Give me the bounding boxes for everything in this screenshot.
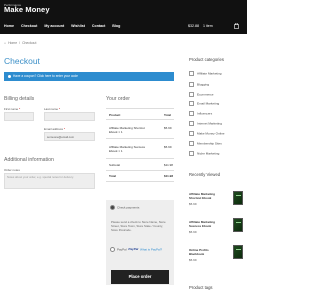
payment-option-check[interactable]: Check payments (110, 205, 139, 210)
site-logo[interactable]: Make Money (4, 5, 50, 14)
coupon-notice[interactable]: Have a coupon? Click here to enter your … (4, 72, 174, 81)
nav-wishlist[interactable]: Wishlist (71, 24, 85, 28)
col-total: Total (164, 113, 171, 117)
billing-title: Billing details (4, 96, 35, 102)
breadcrumb-home[interactable]: Home (8, 41, 17, 45)
your-order-title: Your order (106, 96, 131, 102)
order-item-name: Affiliate Marketing Success Ebook × 1 (109, 145, 145, 153)
total-value: $11.98 (164, 174, 174, 178)
paypal-logo: PayPal (128, 247, 139, 252)
checkbox-icon[interactable] (189, 151, 194, 156)
cart-summary[interactable]: $32.88 1 item (188, 24, 213, 28)
check-payments-label[interactable]: Check payments (117, 205, 139, 209)
recent-product-title[interactable]: Online Profits Blackbook (189, 248, 223, 256)
category-label[interactable]: Email Marketing (197, 101, 219, 105)
coupon-notice-text[interactable]: Have a coupon? Click here to enter your … (13, 74, 78, 78)
paypal-label[interactable]: PayPal (117, 247, 127, 251)
total-label: Total (109, 174, 116, 178)
checkbox-icon[interactable] (189, 101, 194, 106)
order-item-name: Affiliate Marketing Shortcut Ebook × 1 (109, 126, 145, 134)
additional-info-title: Additional information (4, 157, 54, 163)
place-order-button[interactable]: Place order (111, 270, 169, 284)
last-name-label: Last name * (44, 107, 61, 111)
total-row: Total $11.98 (106, 170, 174, 182)
email-field[interactable]: someone@email.com (44, 132, 95, 141)
category-item[interactable]: Niche Marketing (189, 151, 219, 156)
category-item[interactable]: Blogging (189, 82, 209, 87)
recent-product-price: $5.99 (189, 258, 197, 262)
product-tags-title: Product tags (189, 285, 213, 290)
category-item[interactable]: Influencers (189, 111, 212, 116)
breadcrumb-separator: / (19, 41, 21, 45)
recent-product-price: $5.99 (189, 230, 197, 234)
recent-product-title[interactable]: Affiliate Marketing Success Ebook (189, 220, 223, 228)
category-label[interactable]: Niche Marketing (197, 151, 219, 155)
checkbox-icon[interactable] (189, 92, 194, 97)
category-item[interactable]: Affiliate Marketing (189, 71, 222, 76)
category-label[interactable]: Membership Sites (197, 141, 222, 145)
order-review-table: Product Total Affiliate Marketing Shortc… (106, 108, 174, 182)
subtotal-label: Subtotal (109, 163, 121, 167)
email-label: Email address * (44, 127, 66, 131)
first-name-field[interactable] (4, 112, 34, 121)
product-categories-title: Product categories (189, 57, 224, 62)
site-header: Performance Make Money Home Checkout My … (0, 0, 247, 34)
home-icon[interactable]: ⌂ (4, 41, 6, 45)
checkbox-icon[interactable] (189, 82, 194, 87)
category-item[interactable]: Ecommerce (189, 92, 214, 97)
nav-checkout[interactable]: Checkout (21, 24, 37, 28)
order-item-total: $5.99 (164, 126, 172, 130)
col-product: Product (109, 113, 121, 117)
checkbox-icon[interactable] (189, 131, 194, 136)
category-item[interactable]: Internet Marketing (189, 121, 222, 126)
radio-paypal[interactable] (110, 247, 115, 252)
product-thumbnail[interactable] (233, 245, 243, 259)
breadcrumb-current: Checkout (22, 41, 37, 45)
payment-description: Please send a check to Store Name, Store… (111, 220, 166, 233)
category-label[interactable]: Influencers (197, 111, 212, 115)
order-item-total: $5.99 (164, 145, 172, 149)
last-name-field[interactable] (44, 112, 95, 121)
order-item: Affiliate Marketing Shortcut Ebook × 1 $… (106, 119, 174, 139)
order-item: Affiliate Marketing Success Ebook × 1 $5… (106, 138, 174, 159)
checkbox-icon[interactable] (189, 121, 194, 126)
radio-check-payments[interactable] (110, 205, 115, 210)
nav-my-account[interactable]: My account (44, 24, 64, 28)
cart-total: $32.88 (188, 24, 199, 28)
order-notes-label: Order notes (4, 168, 20, 172)
category-item[interactable]: Membership Sites (189, 141, 222, 146)
category-label[interactable]: Affiliate Marketing (197, 71, 222, 75)
info-icon (8, 74, 11, 78)
category-label[interactable]: Make Money Online (197, 131, 225, 135)
order-notes-field[interactable]: Notes about your order, e.g. special not… (4, 173, 95, 189)
category-label[interactable]: Blogging (197, 82, 209, 86)
category-label[interactable]: Internet Marketing (197, 121, 222, 125)
nav-contact[interactable]: Contact (92, 24, 105, 28)
first-name-label: First name * (4, 107, 21, 111)
category-label[interactable]: Ecommerce (197, 92, 214, 96)
what-is-paypal-link[interactable]: What is PayPal? (140, 247, 162, 251)
checkbox-icon[interactable] (189, 141, 194, 146)
shopping-bag-icon[interactable] (234, 22, 239, 31)
nav-home[interactable]: Home (4, 24, 14, 28)
payment-option-paypal[interactable]: PayPal PayPal What is PayPal? (110, 247, 162, 252)
recent-product-title[interactable]: Affiliate Marketing Shortcut Ebook (189, 192, 223, 200)
checkbox-icon[interactable] (189, 71, 194, 76)
checkbox-icon[interactable] (189, 111, 194, 116)
category-item[interactable]: Make Money Online (189, 131, 225, 136)
recently-viewed-title: Recently Viewed (189, 172, 221, 177)
product-thumbnail[interactable] (233, 191, 243, 205)
product-thumbnail[interactable] (233, 218, 243, 232)
category-item[interactable]: Email Marketing (189, 101, 219, 106)
main-nav: Home Checkout My account Wishlist Contac… (4, 24, 120, 28)
recent-product-price: $5.99 (189, 202, 197, 206)
cart-count: 1 item (203, 24, 213, 28)
page-title: Checkout (4, 56, 40, 66)
breadcrumb: ⌂ Home / Checkout (4, 41, 36, 45)
subtotal-value: $11.98 (164, 163, 173, 167)
nav-blog[interactable]: Blog (112, 24, 120, 28)
